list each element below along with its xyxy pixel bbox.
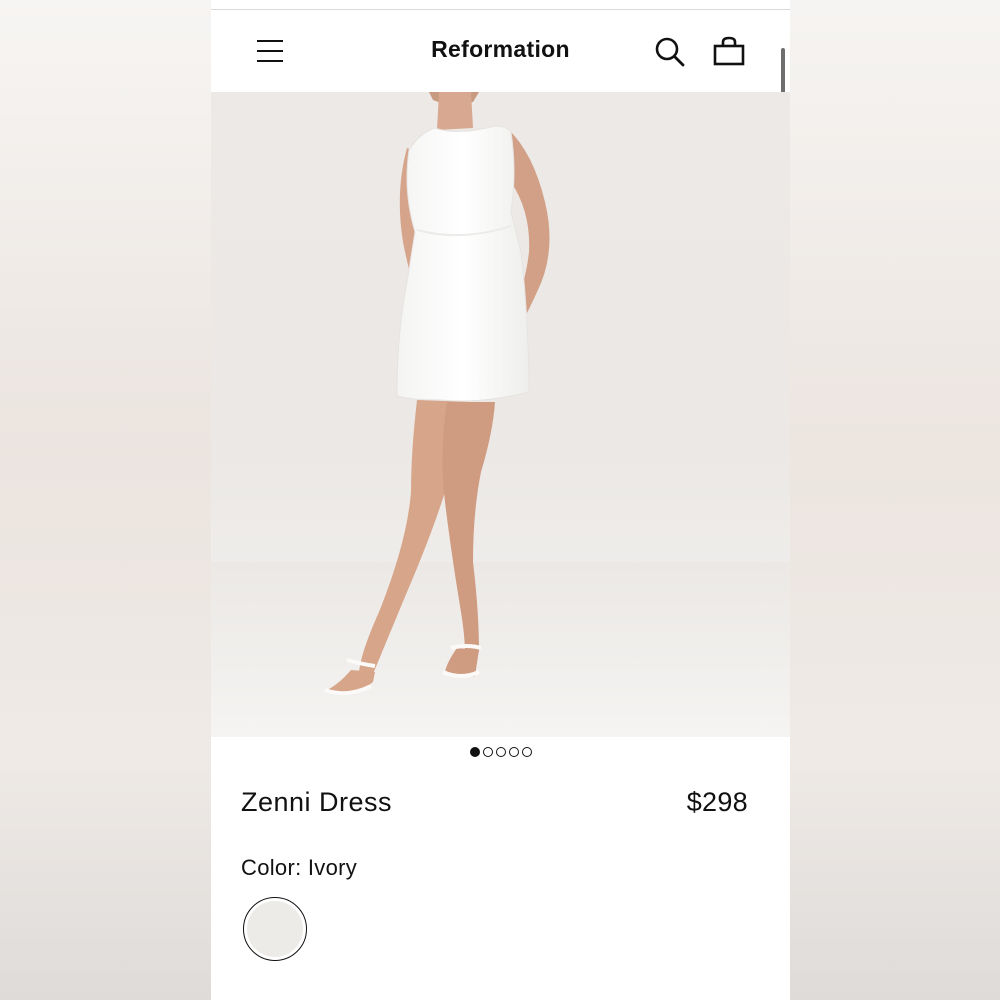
model-illustration — [211, 92, 790, 737]
search-icon[interactable] — [654, 36, 686, 68]
pagination-dot-5[interactable] — [521, 747, 532, 757]
image-pagination — [211, 747, 790, 763]
brand-logo[interactable]: Reformation — [211, 36, 790, 63]
product-image[interactable] — [211, 92, 790, 737]
swatch-fill — [247, 901, 303, 957]
pagination-dot-3[interactable] — [495, 747, 506, 757]
site-header: Reformation — [211, 10, 790, 92]
phone-screen: Reformation Zenni Dress $298 Color: Ivor… — [211, 0, 790, 1000]
product-price: $298 — [686, 787, 748, 817]
pagination-dot-2[interactable] — [482, 747, 493, 757]
pagination-dot-1[interactable] — [469, 747, 480, 757]
product-name: Zenni Dress — [241, 787, 393, 817]
backdrop-right — [790, 0, 1000, 1000]
color-swatch-ivory[interactable] — [243, 897, 307, 961]
shopping-bag-icon[interactable] — [713, 36, 745, 68]
pagination-dot-4[interactable] — [508, 747, 519, 757]
backdrop-left — [0, 0, 211, 1000]
color-label: Color: Ivory — [241, 855, 358, 880]
